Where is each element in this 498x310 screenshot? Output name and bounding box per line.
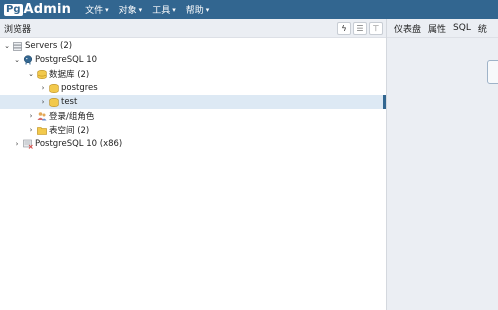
menu-object-label: 对象 (118, 6, 137, 16)
main-tab-bar: 仪表盘 属性 SQL 统 (387, 19, 498, 38)
filter-icon: ⊤ (372, 24, 380, 33)
server-group-icon (12, 41, 23, 51)
roles-icon (36, 112, 47, 121)
menu-help-label: 帮助 (185, 6, 204, 16)
databases-icon (36, 69, 47, 79)
table-view-icon: ☰ (356, 24, 364, 33)
server-disconnected-icon (22, 139, 33, 149)
dashboard-panel-edge (487, 60, 498, 84)
elephant-server-icon (22, 55, 33, 65)
tree-item-postgresql-10-x86[interactable]: › PostgreSQL 10 (x86) (0, 137, 386, 151)
menu-tools-label: 工具 (152, 6, 171, 16)
view-data-button[interactable]: ☰ (353, 22, 367, 35)
tablespaces-icon (36, 126, 47, 135)
tree-item-label: test (61, 97, 78, 107)
database-icon (48, 97, 59, 107)
logo-text: Admin (23, 2, 72, 17)
menu-file-label: 文件 (85, 6, 104, 16)
chevron-down-icon[interactable]: ⌄ (2, 42, 12, 50)
chevron-down-icon: ▾ (205, 5, 210, 14)
chevron-right-icon[interactable]: › (38, 98, 48, 106)
menu-file[interactable]: 文件 ▾ (85, 3, 109, 17)
chevron-down-icon: ▾ (138, 5, 143, 14)
main-content-area (387, 38, 498, 310)
database-icon (48, 83, 59, 93)
menu-tools[interactable]: 工具 ▾ (152, 3, 176, 17)
browser-toolbar: ϟ ☰ ⊤ (335, 22, 383, 35)
tab-properties[interactable]: 属性 (428, 22, 446, 35)
browser-tree: ⌄ Servers (2) ⌄ PostgreSQL 10 ⌄ 数据库 (2) … (0, 38, 386, 310)
chevron-down-icon: ▾ (172, 5, 176, 14)
chevron-down-icon: ▾ (105, 5, 109, 14)
top-navbar: Pg Admin 文件 ▾ 对象 ▾ 工具 ▾ 帮助 ▾ (0, 0, 498, 19)
main-menu: 文件 ▾ 对象 ▾ 工具 ▾ 帮助 ▾ (85, 3, 219, 17)
chevron-right-icon[interactable]: › (12, 140, 22, 148)
tab-sql[interactable]: SQL (453, 23, 471, 33)
tree-item-label: 登录/组角色 (49, 112, 95, 122)
tree-item-postgres[interactable]: › postgres (0, 81, 386, 95)
query-tool-button[interactable]: ϟ (337, 22, 351, 35)
browser-panel-title[interactable]: 浏览器 (4, 22, 31, 35)
tab-dashboard[interactable]: 仪表盘 (394, 22, 421, 35)
tree-item-label: 表空间 (2) (49, 126, 90, 136)
tree-item-servers[interactable]: ⌄ Servers (2) (0, 39, 386, 53)
lightning-icon: ϟ (341, 24, 347, 33)
tree-item-test[interactable]: › test (0, 95, 386, 109)
tree-item-label: Servers (2) (25, 41, 73, 51)
logo-box: Pg (4, 3, 23, 16)
menu-help[interactable]: 帮助 ▾ (185, 3, 210, 17)
tree-item-tablespaces[interactable]: › 表空间 (2) (0, 123, 386, 137)
chevron-right-icon[interactable]: › (38, 84, 48, 92)
tree-item-login-group-roles[interactable]: › 登录/组角色 (0, 109, 386, 123)
pgadmin-logo[interactable]: Pg Admin (4, 0, 71, 19)
tree-item-databases[interactable]: ⌄ 数据库 (2) (0, 67, 386, 81)
chevron-right-icon[interactable]: › (26, 126, 36, 134)
chevron-down-icon[interactable]: ⌄ (26, 70, 36, 78)
tree-item-label: PostgreSQL 10 (35, 55, 98, 65)
tree-item-label: 数据库 (2) (49, 70, 90, 80)
filter-rows-button[interactable]: ⊤ (369, 22, 383, 35)
browser-panel-header: 浏览器 ϟ ☰ ⊤ (0, 19, 387, 38)
tree-item-postgresql-10[interactable]: ⌄ PostgreSQL 10 (0, 53, 386, 67)
tab-statistics[interactable]: 统 (478, 22, 487, 35)
menu-object[interactable]: 对象 ▾ (118, 3, 143, 17)
chevron-right-icon[interactable]: › (26, 112, 36, 120)
tree-item-label: PostgreSQL 10 (x86) (35, 139, 123, 149)
chevron-down-icon[interactable]: ⌄ (12, 56, 22, 64)
tree-item-label: postgres (61, 83, 98, 93)
